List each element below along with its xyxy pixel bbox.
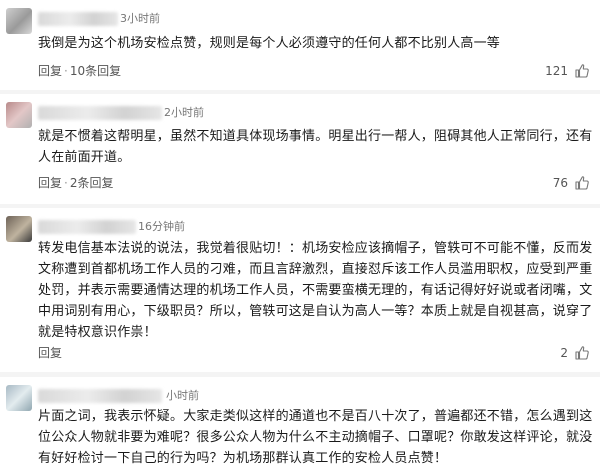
comment-item: 2小时前 就是不惯着这帮明星，虽然不知道具体现场事情。明星出行一帮人，阻碍其他人… xyxy=(0,94,600,204)
comment-item: 小时前 片面之词，我表示怀疑。大家走类似这样的通道也不是百八十次了，普遍都还不错… xyxy=(0,377,600,465)
reply-link[interactable]: 回复 · 10条回复 xyxy=(38,62,121,80)
reply-count[interactable]: 10条回复 xyxy=(70,64,121,78)
comment-item: 3小时前 我倒是为这个机场安检点赞，规则是每个人必须遵守的任何人都不比别人高一等… xyxy=(0,0,600,90)
username-blurred[interactable] xyxy=(38,12,118,26)
comment-footer: 回复 · 2条回复 76 xyxy=(38,174,600,192)
username-blurred[interactable] xyxy=(38,106,162,120)
comment-time: 小时前 xyxy=(166,389,199,402)
comment-footer: 回复 · 10条回复 121 xyxy=(38,62,600,80)
comment-footer: 回复 2 xyxy=(38,344,600,362)
avatar[interactable] xyxy=(6,8,32,34)
avatar[interactable] xyxy=(6,216,32,242)
comment-time: 2小时前 xyxy=(164,106,204,119)
comment-text: 我倒是为这个机场安检点赞，规则是每个人必须遵守的任何人都不比别人高一等 xyxy=(38,36,501,51)
reply-link[interactable]: 回复 xyxy=(38,344,62,362)
comment-text: 片面之词，我表示怀疑。大家走类似这样的通道也不是百八十次了，普遍都还不错，怎么遇… xyxy=(38,409,593,465)
reply-label[interactable]: 回复 xyxy=(38,176,62,190)
username-blurred[interactable] xyxy=(38,220,136,234)
comment-item: 16分钟前 转发电信基本法说的说法，我觉着很贴切！：机场安检应该摘帽子，管轶可不… xyxy=(0,208,600,372)
thumbs-up-icon[interactable] xyxy=(574,345,590,361)
like-count: 76 xyxy=(552,176,568,190)
avatar[interactable] xyxy=(6,385,32,411)
comment-text: 转发电信基本法说的说法，我觉着很贴切！：机场安检应该摘帽子，管轶可不可能不懂，反… xyxy=(38,241,593,340)
reply-link[interactable]: 回复 · 2条回复 xyxy=(38,174,113,192)
thumbs-up-icon[interactable] xyxy=(574,63,590,79)
like-count: 121 xyxy=(545,64,568,78)
username-blurred[interactable] xyxy=(38,389,162,403)
avatar[interactable] xyxy=(6,102,32,128)
comment-time: 16分钟前 xyxy=(138,220,185,233)
like-count: 2 xyxy=(560,346,568,360)
comment-text: 就是不惯着这帮明星，虽然不知道具体现场事情。明星出行一帮人，阻碍其他人正常同行，… xyxy=(38,129,593,165)
comment-time: 3小时前 xyxy=(120,12,160,25)
reply-label[interactable]: 回复 xyxy=(38,64,62,78)
reply-count[interactable]: 2条回复 xyxy=(70,176,114,190)
thumbs-up-icon[interactable] xyxy=(574,175,590,191)
